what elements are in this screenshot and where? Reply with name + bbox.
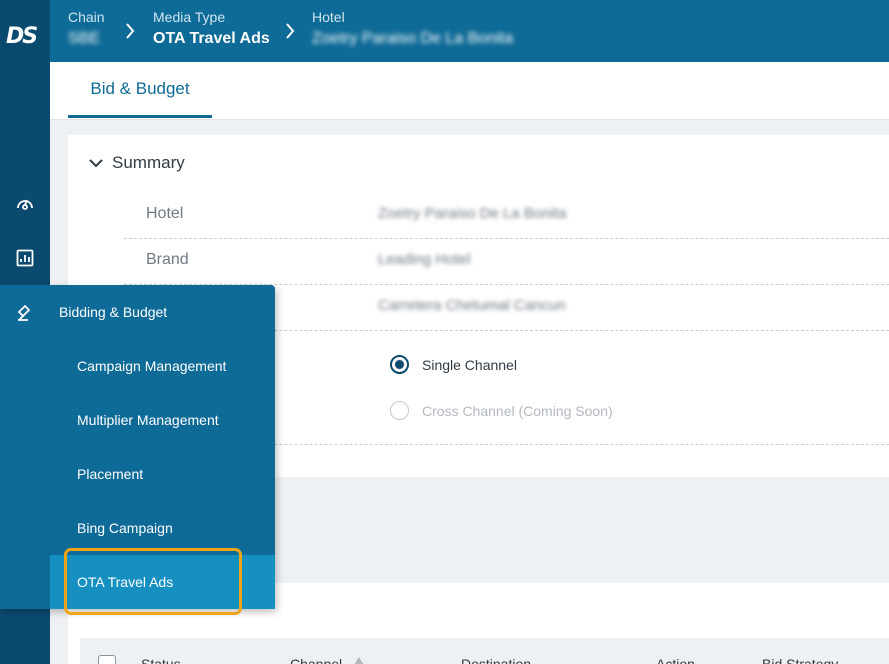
tab-bid-budget[interactable]: Bid & Budget xyxy=(68,62,212,118)
bidding-icon xyxy=(0,285,50,339)
breadcrumb-hotel[interactable]: Hotel Zoetry Paraiso De La Bonita xyxy=(312,9,513,51)
summary-row: Brand Leading Hotel xyxy=(124,239,889,285)
sort-asc-icon[interactable] xyxy=(353,656,365,664)
summary-value: Zoetry Paraiso De La Bonita xyxy=(378,205,567,222)
breadcrumb-label: Media Type xyxy=(153,9,226,25)
summary-title: Summary xyxy=(112,153,185,172)
summary-value: Carretera Chetumal Cancun xyxy=(378,297,566,314)
breadcrumb-value: Zoetry Paraiso De La Bonita xyxy=(312,30,513,47)
radio-empty-icon xyxy=(390,401,409,420)
breadcrumb-value: SBE xyxy=(68,30,101,47)
column-header-action[interactable]: Action xyxy=(656,656,695,664)
menu-item-bing-campaign[interactable]: Bing Campaign xyxy=(50,501,275,555)
summary-key: Brand xyxy=(146,251,189,268)
radio-label: Cross Channel (Coming Soon) xyxy=(422,402,613,419)
column-header-bid-strategy[interactable]: Bid Strategy xyxy=(762,656,838,664)
menu-item-placement[interactable]: Placement xyxy=(50,447,275,501)
summary-value: Leading Hotel xyxy=(378,251,471,268)
tab-bar: Bid & Budget xyxy=(50,62,889,120)
dashboard-icon[interactable] xyxy=(0,183,50,223)
breadcrumb-media-type[interactable]: Media Type OTA Travel Ads xyxy=(153,9,270,51)
column-header-status[interactable]: Status xyxy=(141,656,181,664)
menu-item-multiplier-management[interactable]: Multiplier Management xyxy=(50,393,275,447)
menu-item-ota-travel-ads[interactable]: OTA Travel Ads xyxy=(50,555,275,609)
radio-selected-icon xyxy=(390,355,409,374)
menu-item-campaign-management[interactable]: Campaign Management xyxy=(50,339,275,393)
summary-row: Hotel Zoetry Paraiso De La Bonita xyxy=(124,193,889,239)
report-icon[interactable] xyxy=(0,238,50,278)
breadcrumb-label: Hotel xyxy=(312,9,345,25)
single-channel-radio[interactable]: Single Channel xyxy=(390,355,517,374)
chevron-right-icon xyxy=(286,23,295,39)
chevron-down-icon xyxy=(89,159,103,168)
flyout-header[interactable]: Bidding & Budget xyxy=(0,285,275,339)
breadcrumb-chain[interactable]: Chain SBE xyxy=(68,9,105,51)
chevron-right-icon xyxy=(126,23,135,39)
bidding-flyout-menu: Bidding & Budget Campaign Management Mul… xyxy=(0,285,275,609)
summary-key: Hotel xyxy=(146,205,184,222)
radio-label: Single Channel xyxy=(422,356,517,373)
summary-toggle[interactable]: Summary xyxy=(88,153,185,173)
breadcrumb-value: OTA Travel Ads xyxy=(153,30,270,47)
column-header-destination[interactable]: Destination xyxy=(461,656,531,664)
column-header-channel[interactable]: Channel xyxy=(290,656,342,664)
flyout-title: Bidding & Budget xyxy=(59,304,168,320)
breadcrumb-label: Chain xyxy=(68,9,105,25)
table-header: Status Channel Destination Action Bid St… xyxy=(80,638,889,664)
top-header: Chain SBE Media Type OTA Travel Ads Hote… xyxy=(50,0,889,62)
select-all-checkbox[interactable] xyxy=(98,655,116,664)
app-logo[interactable]: DS xyxy=(6,24,38,49)
cross-channel-radio: Cross Channel (Coming Soon) xyxy=(390,401,613,420)
